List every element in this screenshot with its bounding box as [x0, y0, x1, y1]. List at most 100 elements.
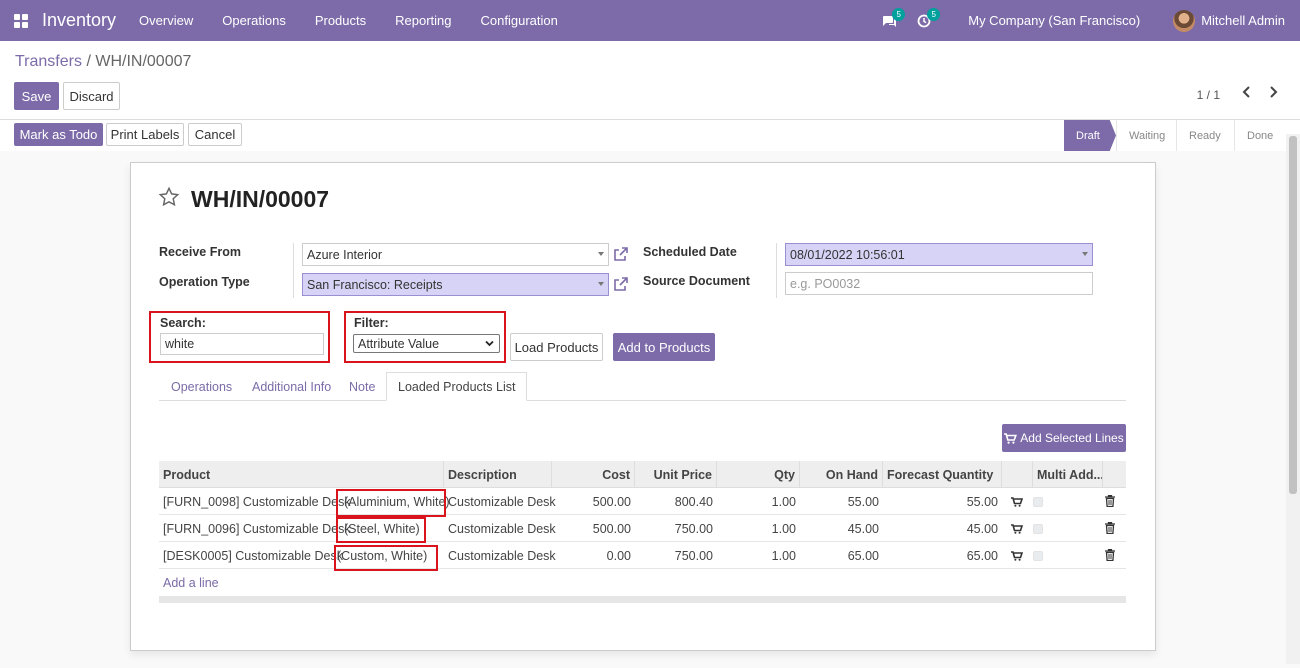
- cart-icon[interactable]: [1011, 551, 1023, 561]
- on-hand-cell: 65.00: [847, 548, 879, 563]
- tab-additional-info[interactable]: Additional Info: [252, 372, 331, 401]
- record-title: WH/IN/00007: [191, 186, 330, 212]
- tab-note[interactable]: Note: [349, 372, 375, 401]
- source-document-field[interactable]: e.g. PO0032: [785, 272, 1093, 295]
- menu-configuration[interactable]: Configuration: [481, 13, 558, 28]
- table-header: Product Description Cost Unit Price Qty …: [159, 461, 1126, 488]
- messages-button[interactable]: 5: [878, 7, 906, 31]
- col-unit-price[interactable]: Unit Price: [635, 461, 717, 488]
- table-row[interactable]: [DESK0005] Customizable Desk (Custom, Wh…: [159, 542, 1126, 569]
- menu-overview[interactable]: Overview: [139, 13, 193, 28]
- source-document-label: Source Document: [643, 274, 750, 288]
- breadcrumb-transfers[interactable]: Transfers: [15, 53, 82, 70]
- pager-next-icon[interactable]: [1268, 85, 1278, 102]
- multi-add-checkbox[interactable]: [1033, 524, 1043, 534]
- add-a-line-link[interactable]: Add a line: [159, 569, 223, 596]
- top-navbar: Inventory Overview Operations Products R…: [0, 0, 1300, 41]
- qty-cell: 1.00: [771, 494, 796, 509]
- scheduled-date-field[interactable]: 08/01/2022 10:56:01: [785, 243, 1093, 266]
- col-cart: [1002, 461, 1033, 488]
- cancel-button[interactable]: Cancel: [188, 123, 242, 146]
- multi-add-checkbox[interactable]: [1033, 551, 1043, 561]
- source-document-placeholder: e.g. PO0032: [790, 276, 861, 291]
- app-title[interactable]: Inventory: [42, 10, 116, 31]
- scheduled-date-label: Scheduled Date: [643, 245, 737, 259]
- col-multi-add[interactable]: Multi Add...: [1033, 461, 1103, 488]
- status-bar: Mark as Todo Print Labels Cancel Draft W…: [0, 119, 1300, 151]
- cart-icon[interactable]: [1011, 524, 1023, 534]
- apps-menu-icon[interactable]: [0, 0, 42, 41]
- status-waiting[interactable]: Waiting: [1116, 120, 1176, 151]
- menu-operations[interactable]: Operations: [222, 13, 286, 28]
- menu-reporting[interactable]: Reporting: [395, 13, 451, 28]
- avatar[interactable]: [1173, 9, 1196, 32]
- mark-as-todo-button[interactable]: Mark as Todo: [14, 123, 103, 146]
- breadcrumb: Transfers / WH/IN/00007: [15, 53, 191, 71]
- notebook-tabs: Operations Additional Info Note Loaded P…: [159, 372, 1126, 401]
- activities-count-badge: 5: [927, 7, 941, 21]
- chevron-down-icon: [1082, 252, 1088, 256]
- trash-icon[interactable]: [1105, 522, 1115, 534]
- col-product[interactable]: Product: [159, 461, 444, 488]
- save-button[interactable]: Save: [14, 82, 59, 110]
- chevron-down-icon: [598, 282, 604, 286]
- variant-highlight-box: [336, 517, 426, 543]
- col-forecast-quantity[interactable]: Forecast Quantity: [883, 461, 1002, 488]
- filter-value: Attribute Value: [358, 336, 440, 351]
- breadcrumb-current: WH/IN/00007: [95, 53, 192, 70]
- status-draft[interactable]: Draft: [1064, 120, 1116, 151]
- tab-operations[interactable]: Operations: [171, 372, 232, 401]
- product-cell: [FURN_0096] Customizable Desk: [163, 521, 351, 536]
- star-icon[interactable]: [158, 186, 180, 215]
- print-labels-button[interactable]: Print Labels: [106, 123, 184, 146]
- chevron-down-icon: [485, 340, 494, 347]
- trash-icon[interactable]: [1105, 495, 1115, 507]
- operation-type-field[interactable]: San Francisco: Receipts: [302, 273, 609, 296]
- col-on-hand[interactable]: On Hand: [800, 461, 883, 488]
- filter-select[interactable]: Attribute Value: [353, 334, 500, 353]
- menu-products[interactable]: Products: [315, 13, 366, 28]
- cost-cell: 500.00: [592, 494, 631, 509]
- col-cost[interactable]: Cost: [552, 461, 635, 488]
- external-link-icon[interactable]: [613, 246, 629, 262]
- load-products-button[interactable]: Load Products: [510, 333, 603, 361]
- trash-icon[interactable]: [1105, 549, 1115, 561]
- col-description[interactable]: Description: [444, 461, 552, 488]
- status-steps: Draft Waiting Ready Done: [1064, 120, 1286, 151]
- cart-icon[interactable]: [1011, 497, 1023, 507]
- forecast-cell: 65.00: [966, 548, 998, 563]
- add-to-products-button[interactable]: Add to Products: [613, 333, 715, 361]
- status-ready[interactable]: Ready: [1176, 120, 1234, 151]
- external-link-icon[interactable]: [613, 276, 629, 292]
- search-label: Search:: [160, 316, 206, 330]
- receive-from-field[interactable]: Azure Interior: [302, 243, 609, 266]
- unit-price-cell: 750.00: [674, 548, 713, 563]
- discard-button[interactable]: Discard: [63, 82, 120, 110]
- tab-loaded-products-list[interactable]: Loaded Products List: [386, 372, 528, 401]
- scrollbar-thumb[interactable]: [1289, 136, 1297, 494]
- add-selected-lines-label: Add Selected Lines: [1020, 431, 1124, 445]
- receive-from-value: Azure Interior: [307, 247, 383, 262]
- activities-button[interactable]: 5: [913, 7, 941, 31]
- messages-count-badge: 5: [892, 7, 906, 21]
- table-row[interactable]: [FURN_0098] Customizable Desk (Aluminium…: [159, 488, 1126, 515]
- user-menu[interactable]: Mitchell Admin: [1201, 13, 1285, 28]
- pager-value[interactable]: 1 / 1: [1197, 88, 1220, 102]
- add-selected-lines-button[interactable]: Add Selected Lines: [1002, 424, 1126, 452]
- pager-previous-icon[interactable]: [1242, 85, 1252, 102]
- on-hand-cell: 55.00: [847, 494, 879, 509]
- multi-add-checkbox[interactable]: [1033, 497, 1043, 507]
- table-footer: [159, 596, 1126, 603]
- description-cell: Customizable Desk: [448, 494, 556, 509]
- col-qty[interactable]: Qty: [717, 461, 800, 488]
- cost-cell: 0.00: [606, 548, 631, 563]
- search-input[interactable]: white: [160, 333, 324, 355]
- company-switcher[interactable]: My Company (San Francisco): [968, 13, 1140, 28]
- status-done[interactable]: Done: [1234, 120, 1286, 151]
- product-cell: [DESK0005] Customizable Desk: [163, 548, 343, 563]
- unit-price-cell: 750.00: [674, 521, 713, 536]
- table-row[interactable]: [FURN_0096] Customizable Desk (Steel, Wh…: [159, 515, 1126, 542]
- cost-cell: 500.00: [592, 521, 631, 536]
- search-value: white: [165, 337, 195, 351]
- divider: [776, 243, 777, 298]
